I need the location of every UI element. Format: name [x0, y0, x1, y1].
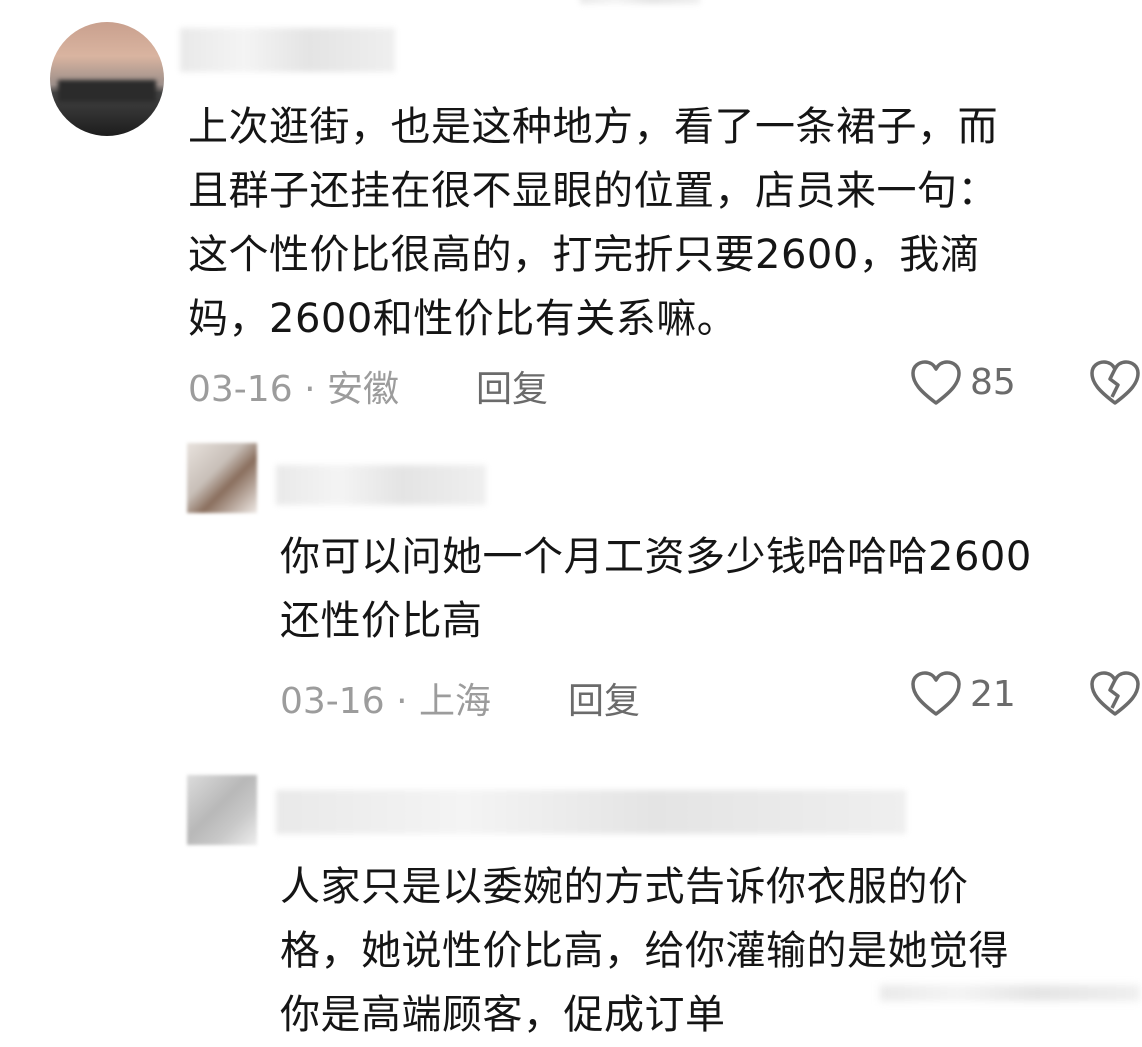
- comment-date: 03-16: [280, 681, 385, 722]
- username-redacted[interactable]: [276, 790, 906, 834]
- comment-meta: 03-16 · 安徽: [188, 360, 399, 412]
- comment-location: 上海: [418, 681, 491, 722]
- comment-text: 上次逛街，也是这种地方，看了一条裙子，而 且群子还挂在很不显眼的位置，店员来一句…: [188, 104, 998, 342]
- comment-date: 03-16: [188, 369, 293, 410]
- avatar[interactable]: [187, 775, 257, 845]
- broken-heart-icon[interactable]: [1088, 670, 1142, 718]
- username-redacted[interactable]: [180, 28, 395, 72]
- watermark-redacted: [880, 985, 1140, 1001]
- comment-text: 你可以问她一个月工资多少钱哈哈哈2600 还性价比高: [280, 534, 1032, 644]
- comment-text: 人家只是以委婉的方式告诉你衣服的价 格，她说性价比高，给你灌输的是她觉得 你是高…: [280, 864, 1009, 1038]
- avatar[interactable]: [187, 443, 257, 513]
- meta-separator: ·: [396, 681, 419, 722]
- like-count: 85: [970, 362, 1016, 403]
- heart-outline-icon[interactable]: [910, 359, 962, 407]
- like-count: 21: [970, 674, 1016, 715]
- meta-separator: ·: [304, 369, 327, 410]
- broken-heart-icon[interactable]: [1088, 359, 1142, 407]
- username-redacted[interactable]: [276, 465, 486, 505]
- comment-location: 安徽: [326, 369, 399, 410]
- reply-button[interactable]: 回复: [568, 672, 640, 724]
- reply-button[interactable]: 回复: [476, 360, 548, 412]
- comment-meta: 03-16 · 上海: [280, 672, 491, 724]
- avatar[interactable]: [50, 22, 164, 136]
- top-cropped-content: [580, 0, 700, 4]
- heart-outline-icon[interactable]: [910, 670, 962, 718]
